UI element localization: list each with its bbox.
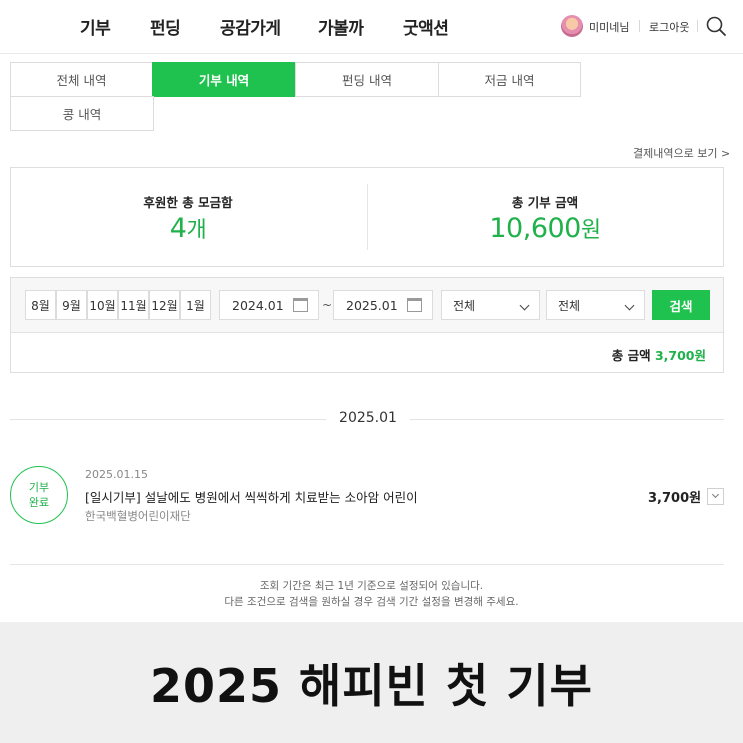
- category-select[interactable]: 전체: [441, 290, 540, 320]
- chevron-down-icon: [624, 300, 635, 311]
- notice-line-1: 조회 기간은 최근 1년 기준으로 설정되어 있습니다.: [259, 580, 484, 592]
- status-select[interactable]: 전체: [546, 290, 645, 320]
- nav-goodaction[interactable]: 굿액션: [403, 14, 449, 39]
- nav-divider: [697, 20, 698, 32]
- receipt-link[interactable]: 결제내역으로 보기 >: [633, 145, 730, 161]
- total-amount-value: 10,600원: [489, 213, 601, 244]
- status-badge: 기부 완료: [10, 466, 68, 524]
- category-select-value: 전체: [453, 298, 476, 313]
- nickname[interactable]: 미미네님: [589, 19, 629, 35]
- search-icon[interactable]: [705, 15, 727, 37]
- donation-date: 2025.01.15: [85, 468, 148, 481]
- donation-org: 한국백혈병어린이재단: [85, 509, 191, 523]
- nav-divider: [639, 20, 640, 32]
- month-button-9[interactable]: 9월: [56, 290, 87, 320]
- calendar-icon[interactable]: [407, 298, 422, 312]
- tab-donation[interactable]: 기부 내역: [152, 62, 296, 97]
- chevron-down-icon: [711, 490, 720, 499]
- total-boxes-value: 4개: [169, 213, 207, 244]
- total-amount-value: 3,700원: [654, 348, 706, 363]
- caption-text: 2025 해피빈 첫 기부: [150, 658, 593, 713]
- total-amount-label: 총 금액: [611, 348, 651, 363]
- expand-toggle[interactable]: [707, 488, 724, 505]
- avatar[interactable]: [561, 15, 583, 37]
- notice-line-2: 다른 조건으로 검색을 원하실 경우 검색 기간 설정을 변경해 주세요.: [224, 596, 519, 608]
- tab-funding[interactable]: 펀딩 내역: [295, 62, 439, 97]
- month-button-1[interactable]: 1월: [180, 290, 211, 320]
- caption-banner: 2025 해피빈 첫 기부: [0, 622, 743, 743]
- nav-visit[interactable]: 가볼까: [318, 14, 364, 39]
- total-amount: 총 금액 3,700원: [612, 345, 706, 364]
- chevron-down-icon: [519, 300, 530, 311]
- search-button[interactable]: 검색: [652, 290, 710, 320]
- logout-link[interactable]: 로그아웃: [649, 19, 689, 35]
- donation-title[interactable]: [일시기부] 설날에도 병원에서 씩씩하게 치료받는 소아암 어린이: [85, 487, 418, 506]
- month-button-8[interactable]: 8월: [25, 290, 56, 320]
- date-to-value: 2025.01: [346, 297, 398, 313]
- date-to-field[interactable]: 2025.01: [333, 290, 433, 320]
- month-button-11[interactable]: 11월: [118, 290, 149, 320]
- date-from-value: 2024.01: [232, 297, 284, 313]
- total-boxes-label: 후원한 총 모금함: [143, 195, 233, 210]
- nav-funding[interactable]: 펀딩: [150, 14, 181, 39]
- calendar-icon[interactable]: [293, 298, 308, 312]
- donation-summary: 후원한 총 모금함 4개 총 기부 금액 10,600원: [10, 167, 724, 267]
- donation-amount: 3,700원: [648, 491, 702, 506]
- nav-shop[interactable]: 공감가게: [220, 14, 281, 39]
- summary-divider: [367, 184, 368, 250]
- tab-all[interactable]: 전체 내역: [10, 62, 153, 97]
- top-nav: 기부 펀딩 공감가게 가볼까 굿액션 미미네님 로그아웃: [0, 0, 743, 54]
- month-divider: [10, 419, 326, 420]
- month-button-10[interactable]: 10월: [87, 290, 118, 320]
- date-from-field[interactable]: 2024.01: [219, 290, 319, 320]
- month-divider: [410, 419, 724, 420]
- filter-panel: 8월 9월 10월 11월 12월 1월 2024.01 ~ 2025.01 전…: [10, 277, 724, 373]
- date-range-separator: ~: [322, 298, 333, 312]
- tab-kong[interactable]: 콩 내역: [10, 96, 154, 131]
- total-amount-label: 총 기부 금액: [511, 195, 579, 210]
- status-select-value: 전체: [558, 298, 581, 313]
- filter-bar: 8월 9월 10월 11월 12월 1월 2024.01 ~ 2025.01 전…: [11, 278, 723, 333]
- month-button-12[interactable]: 12월: [149, 290, 180, 320]
- list-divider: [10, 564, 724, 565]
- tab-savings[interactable]: 저금 내역: [438, 62, 581, 97]
- month-header: 2025.01: [339, 410, 397, 426]
- nav-donate[interactable]: 기부: [80, 14, 111, 39]
